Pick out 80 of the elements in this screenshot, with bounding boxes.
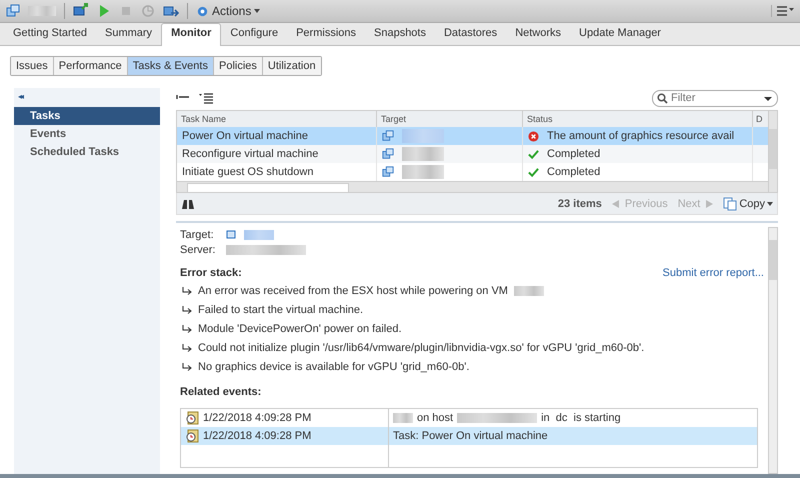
table-cell: Power On virtual machine <box>182 130 308 142</box>
redacted-text <box>393 413 413 423</box>
sub-arrow-icon <box>182 306 192 314</box>
vertical-scrollbar[interactable] <box>768 227 778 474</box>
actions-menu-button[interactable]: Actions <box>196 4 260 18</box>
error-message: Module 'DevicePowerOn' power on failed. <box>198 322 402 334</box>
sub-arrow-icon <box>182 344 192 352</box>
redacted-text <box>402 147 444 161</box>
tab[interactable]: Summary <box>96 25 162 45</box>
indent-icon[interactable] <box>176 94 190 102</box>
event-icon <box>185 411 199 425</box>
tab[interactable]: Configure <box>221 25 288 45</box>
vm-icon <box>382 130 394 142</box>
table-cell: in dc is starting <box>541 412 621 424</box>
field-label: Server: <box>180 244 216 256</box>
filter-field[interactable]: Filter <box>652 90 778 106</box>
tab[interactable]: Permissions <box>287 25 365 45</box>
section-heading: Error stack: <box>180 267 242 279</box>
binoculars-icon[interactable] <box>181 198 195 210</box>
column-header[interactable]: D <box>753 111 765 127</box>
sub-arrow-icon <box>182 324 192 332</box>
collapse-icon[interactable]: ◂◂ <box>14 92 22 107</box>
copy-icon <box>723 196 738 210</box>
tab[interactable]: Networks <box>506 25 570 45</box>
horizontal-scrollbar[interactable] <box>177 181 768 192</box>
subtab[interactable]: Tasks & Events <box>128 57 214 75</box>
vm-icon <box>382 148 394 160</box>
tab[interactable]: Monitor <box>161 23 222 46</box>
copy-button[interactable]: Copy <box>723 196 773 210</box>
section-heading: Related events: <box>180 386 262 400</box>
stop-icon[interactable] <box>119 4 133 18</box>
table-cell: Completed <box>547 166 600 178</box>
vm-icon <box>382 166 394 178</box>
sub-arrow-icon <box>182 286 192 294</box>
field-label: Target: <box>180 228 215 240</box>
sidebar-item[interactable]: Scheduled Tasks <box>14 143 160 161</box>
splitter-handle[interactable] <box>176 221 778 223</box>
tab[interactable]: Update Manager <box>570 25 670 45</box>
table-cell: Reconfigure virtual machine <box>182 148 318 160</box>
redacted-text <box>402 129 444 143</box>
tab[interactable]: Datastores <box>434 25 506 45</box>
sidebar-item[interactable]: Events <box>14 125 160 143</box>
table-cell: Completed <box>547 148 600 160</box>
gear-icon <box>196 4 209 18</box>
subtab[interactable]: Issues <box>11 57 54 75</box>
vm-icon <box>226 230 238 239</box>
error-message: No graphics device is available for vGPU 'grid_m60-0b'. <box>198 360 470 372</box>
redacted-text <box>402 165 444 179</box>
item-count: 23 items <box>558 198 602 210</box>
tab[interactable]: Snapshots <box>365 25 435 45</box>
table-cell: 1/22/2018 4:09:28 PM <box>203 430 312 442</box>
table-cell: Task: Power On virtual machine <box>393 430 548 442</box>
redacted-text <box>28 6 56 16</box>
table-cell: 1/22/2018 4:09:28 PM <box>203 412 312 424</box>
table-cell: The amount of graphics resource avail <box>547 130 734 142</box>
event-icon <box>185 429 199 443</box>
reset-icon[interactable] <box>141 4 155 18</box>
error-message: An error was received from the ESX host while powering on VM <box>198 284 508 296</box>
table-cell: Initiate guest OS shutdown <box>182 166 314 178</box>
error-message: Failed to start the virtual machine. <box>198 304 364 316</box>
table-cell: on host <box>417 412 454 424</box>
vm-icon <box>6 4 20 18</box>
table-row[interactable]: Reconfigure virtual machine Completed <box>177 145 768 163</box>
list-menu-icon[interactable] <box>198 92 214 104</box>
submit-report-link[interactable]: Submit error report... <box>662 267 764 279</box>
migrate-icon[interactable] <box>163 4 179 18</box>
table-row[interactable]: Power On virtual machine The amount of graphics resource avail <box>177 127 768 145</box>
caret-icon <box>254 9 260 13</box>
vertical-scrollbar[interactable] <box>768 111 777 192</box>
sub-arrow-icon <box>182 362 192 370</box>
error-message: Could not initialize plugin '/usr/lib64/vmware/plugin/libnvidia-vgx.so' for vGPU 'grid_m60-0b'. <box>198 342 644 354</box>
redacted-text <box>244 230 274 240</box>
event-row[interactable]: 1/22/2018 4:09:28 PM Task: Power On virtual machine <box>181 427 757 445</box>
search-icon <box>657 92 668 104</box>
tab[interactable]: Getting Started <box>4 25 96 45</box>
menu-icon[interactable] <box>771 5 794 17</box>
dropdown-caret-icon <box>764 96 772 100</box>
redacted-text <box>514 286 544 296</box>
play-icon[interactable] <box>97 4 111 18</box>
sidebar-item[interactable]: Tasks <box>14 107 160 125</box>
